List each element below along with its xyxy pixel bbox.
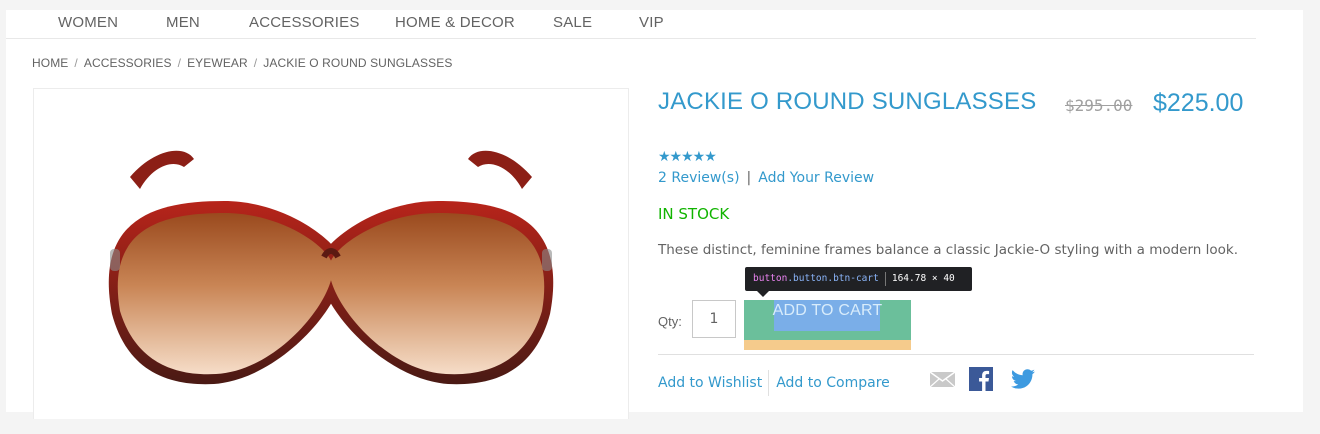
divider — [658, 354, 1254, 355]
add-to-cart-label: ADD TO CART — [772, 302, 883, 319]
tooltip-classes: .button.btn-cart — [787, 273, 879, 284]
tooltip-divider — [884, 271, 886, 286]
nav-item-home-decor[interactable]: HOME & DECOR — [395, 14, 515, 31]
add-review-link[interactable]: Add Your Review — [758, 170, 874, 186]
tooltip-tag: button — [753, 273, 788, 284]
product-actions: Add to Wishlist Add to Compare — [658, 370, 890, 396]
product-description: These distinct, feminine frames balance … — [658, 242, 1239, 258]
breadcrumb-eyewear[interactable]: EYEWEAR — [187, 56, 248, 70]
email-icon[interactable] — [929, 366, 956, 392]
review-links: 2 Review(s) | Add Your Review — [658, 170, 874, 186]
special-price: $225.00 — [1153, 89, 1244, 117]
breadcrumb: HOME / ACCESSORIES / EYEWEAR / JACKIE O ROUND … — [32, 56, 452, 70]
old-price: $295.00 — [1065, 96, 1133, 115]
breadcrumb-separator: / — [177, 56, 182, 70]
nav-item-vip[interactable]: VIP — [639, 14, 664, 31]
breadcrumb-separator: / — [74, 56, 78, 70]
add-to-compare-link[interactable]: Add to Compare — [776, 375, 890, 391]
facebook-icon[interactable] — [969, 366, 993, 392]
product-title: JACKIE O ROUND SUNGLASSES — [658, 88, 1037, 115]
tooltip-size: 164.78 × 40 — [891, 273, 955, 284]
nav-item-sale[interactable]: SALE — [553, 14, 592, 31]
stock-status: IN STOCK — [658, 205, 730, 223]
devtools-inspect-tooltip: button.button.btn-cart 164.78 × 40 — [745, 267, 972, 297]
add-to-cart-button[interactable]: ADD TO CART — [744, 300, 911, 350]
actions-separator — [768, 370, 770, 396]
nav-item-men[interactable]: MEN — [166, 14, 200, 31]
twitter-icon[interactable] — [1010, 366, 1036, 392]
qty-input[interactable]: 1 — [692, 300, 736, 338]
reviews-separator: | — [746, 170, 752, 186]
breadcrumb-current: JACKIE O ROUND SUNGLASSES — [263, 56, 453, 70]
add-to-wishlist-link[interactable]: Add to Wishlist — [658, 375, 762, 391]
reviews-count-link[interactable]: 2 Review(s) — [658, 170, 740, 186]
page: WOMEN MEN ACCESSORIES HOME & DECOR SALE … — [6, 10, 1303, 419]
sunglasses-image — [108, 150, 554, 385]
breadcrumb-home[interactable]: HOME — [32, 56, 68, 70]
main-nav: WOMEN MEN ACCESSORIES HOME & DECOR SALE … — [6, 10, 1256, 39]
product-image[interactable] — [33, 88, 629, 419]
devtools-margin-box — [744, 340, 911, 350]
rating-stars: ★★★★★ — [658, 148, 717, 164]
nav-item-women[interactable]: WOMEN — [58, 14, 118, 31]
nav-item-accessories[interactable]: ACCESSORIES — [249, 14, 360, 31]
breadcrumb-accessories[interactable]: ACCESSORIES — [84, 56, 172, 70]
breadcrumb-separator: / — [253, 56, 258, 70]
qty-label: Qty: — [658, 314, 682, 329]
